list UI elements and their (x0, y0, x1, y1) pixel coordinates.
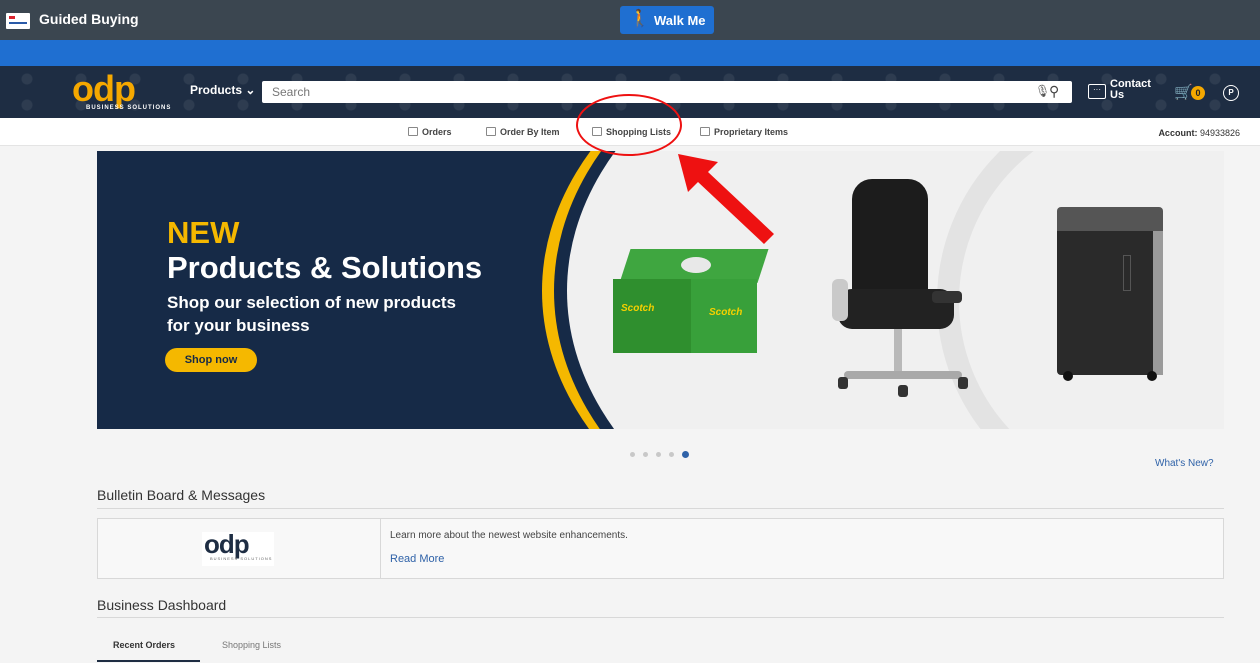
products-menu-button[interactable]: Products ⌄ (190, 83, 255, 97)
business-dashboard-title: Business Dashboard (97, 597, 227, 613)
odp-logo-text: odp (72, 68, 136, 109)
nav-item-proprietary-items[interactable]: Proprietary Items (700, 127, 788, 137)
odp-logo[interactable]: odp BUSINESS SOLUTIONS (72, 68, 182, 114)
nav-item-order-by-item[interactable]: Order By Item (486, 127, 560, 137)
shredder-top (1057, 207, 1163, 231)
chair-pole (894, 329, 902, 373)
cart-button[interactable]: 🛒 0 (1174, 83, 1214, 103)
scotch-tape-product-image: Scotch Scotch (613, 249, 769, 353)
account-number: 94933826 (1199, 128, 1240, 138)
nav-proprietary-items-label: Proprietary Items (714, 127, 789, 137)
carousel-dots (630, 446, 697, 459)
hero-title: Products & Solutions (167, 250, 483, 285)
shop-now-button[interactable]: Shop now (165, 348, 257, 372)
active-tab-indicator (97, 660, 200, 662)
account-label: Account: (1158, 128, 1198, 138)
chair-wheel (838, 377, 848, 389)
bulletin-card-divider (380, 519, 381, 578)
search-icon[interactable]: ⚲ (1049, 83, 1059, 100)
whats-new-link[interactable]: What's New? (1155, 458, 1214, 469)
tape-brand-label-side: Scotch (709, 307, 743, 318)
nav-item-orders[interactable]: Orders (408, 127, 452, 137)
shredder-product-image (1057, 207, 1163, 383)
walkme-button[interactable]: 🚶 Walk Me (620, 6, 714, 34)
shredder-wheel (1147, 371, 1157, 381)
profile-button[interactable]: P (1223, 85, 1239, 101)
cart-count-badge: 0 (1191, 86, 1205, 100)
carousel-dot[interactable] (669, 452, 674, 458)
tape-box-front (613, 279, 691, 353)
chair-arm-left (832, 279, 848, 321)
chair-base (844, 371, 962, 379)
hero-banner[interactable]: NEW Products & Solutions Shop our select… (97, 151, 1224, 429)
tab-shopping-lists[interactable]: Shopping Lists (222, 640, 281, 650)
carousel-dot[interactable] (630, 452, 635, 458)
office-chair-product-image (832, 179, 982, 399)
carousel-dot[interactable] (682, 451, 689, 459)
chair-wheel (898, 385, 908, 397)
read-more-link[interactable]: Read More (390, 553, 444, 565)
annotation-arrow-icon (678, 154, 774, 244)
walkme-label: Walk Me (654, 13, 706, 28)
account-info: Account: 94933826 (1158, 128, 1240, 138)
hero-subtitle: Shop our selection of new products for y… (167, 293, 457, 335)
search-bar: 🎙 ⚲ (262, 81, 1072, 103)
bulletin-card: odp BUSINESS SOLUTIONS Learn more about … (97, 518, 1224, 579)
shredder-wheel (1063, 371, 1073, 381)
shredder-window (1123, 255, 1131, 291)
nav-orders-label: Orders (422, 127, 452, 137)
chevron-down-icon: ⌄ (245, 83, 256, 97)
guided-buying-bar: Guided Buying 🚶 Walk Me (0, 0, 1260, 40)
guided-buying-logo-icon (6, 13, 30, 29)
carousel-dot[interactable] (656, 452, 661, 458)
proprietary-items-icon (700, 127, 710, 136)
contact-us-button[interactable]: ··· Contact Us (1088, 78, 1156, 106)
guided-buying-title: Guided Buying (39, 11, 139, 27)
chair-wheel (958, 377, 968, 389)
bulletin-divider (97, 508, 1224, 509)
carousel-dot[interactable] (643, 452, 648, 458)
bulletin-message: Learn more about the newest website enha… (390, 530, 628, 541)
bulletin-board-title: Bulletin Board & Messages (97, 487, 266, 503)
nav-order-by-item-label: Order By Item (500, 127, 560, 137)
walking-person-icon: 🚶 (629, 9, 651, 28)
chair-back (852, 179, 928, 303)
shredder-edge (1153, 227, 1163, 375)
cart-icon: 🛒 (1174, 84, 1193, 101)
blue-band (0, 40, 1260, 66)
tape-brand-label: Scotch (621, 303, 655, 314)
dashboard-divider (97, 617, 1224, 618)
bulletin-odp-logo: odp BUSINESS SOLUTIONS (202, 529, 274, 566)
annotation-circle (576, 94, 682, 156)
hero-kicker: NEW (167, 215, 240, 250)
chat-icon: ··· (1088, 84, 1106, 99)
tape-roll (681, 257, 711, 273)
microphone-icon[interactable]: 🎙 (1035, 84, 1050, 98)
order-by-item-icon (486, 127, 496, 136)
contact-us-label: Contact Us (1110, 78, 1151, 101)
bulletin-logo-subtext: BUSINESS SOLUTIONS (210, 556, 273, 561)
tab-recent-orders[interactable]: Recent Orders (113, 640, 175, 650)
odp-logo-subtext: BUSINESS SOLUTIONS (86, 105, 172, 111)
products-label: Products (190, 83, 243, 97)
shredder-body (1057, 227, 1163, 375)
chair-arm-right (932, 291, 962, 303)
orders-icon (408, 127, 418, 136)
